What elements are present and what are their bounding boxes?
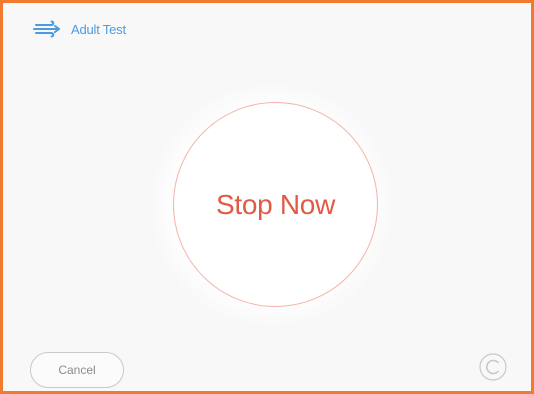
- lung-airflow-icon: [33, 20, 63, 38]
- refresh-button[interactable]: [477, 352, 509, 387]
- header: Adult Test: [33, 17, 126, 41]
- refresh-icon: [478, 352, 508, 387]
- page-title: Adult Test: [71, 21, 126, 37]
- stop-now-button[interactable]: Stop Now: [173, 102, 378, 307]
- cancel-button[interactable]: Cancel: [30, 352, 124, 388]
- stop-now-label: Stop Now: [216, 188, 335, 220]
- app-window: Adult Test Stop Now Cancel: [0, 0, 534, 394]
